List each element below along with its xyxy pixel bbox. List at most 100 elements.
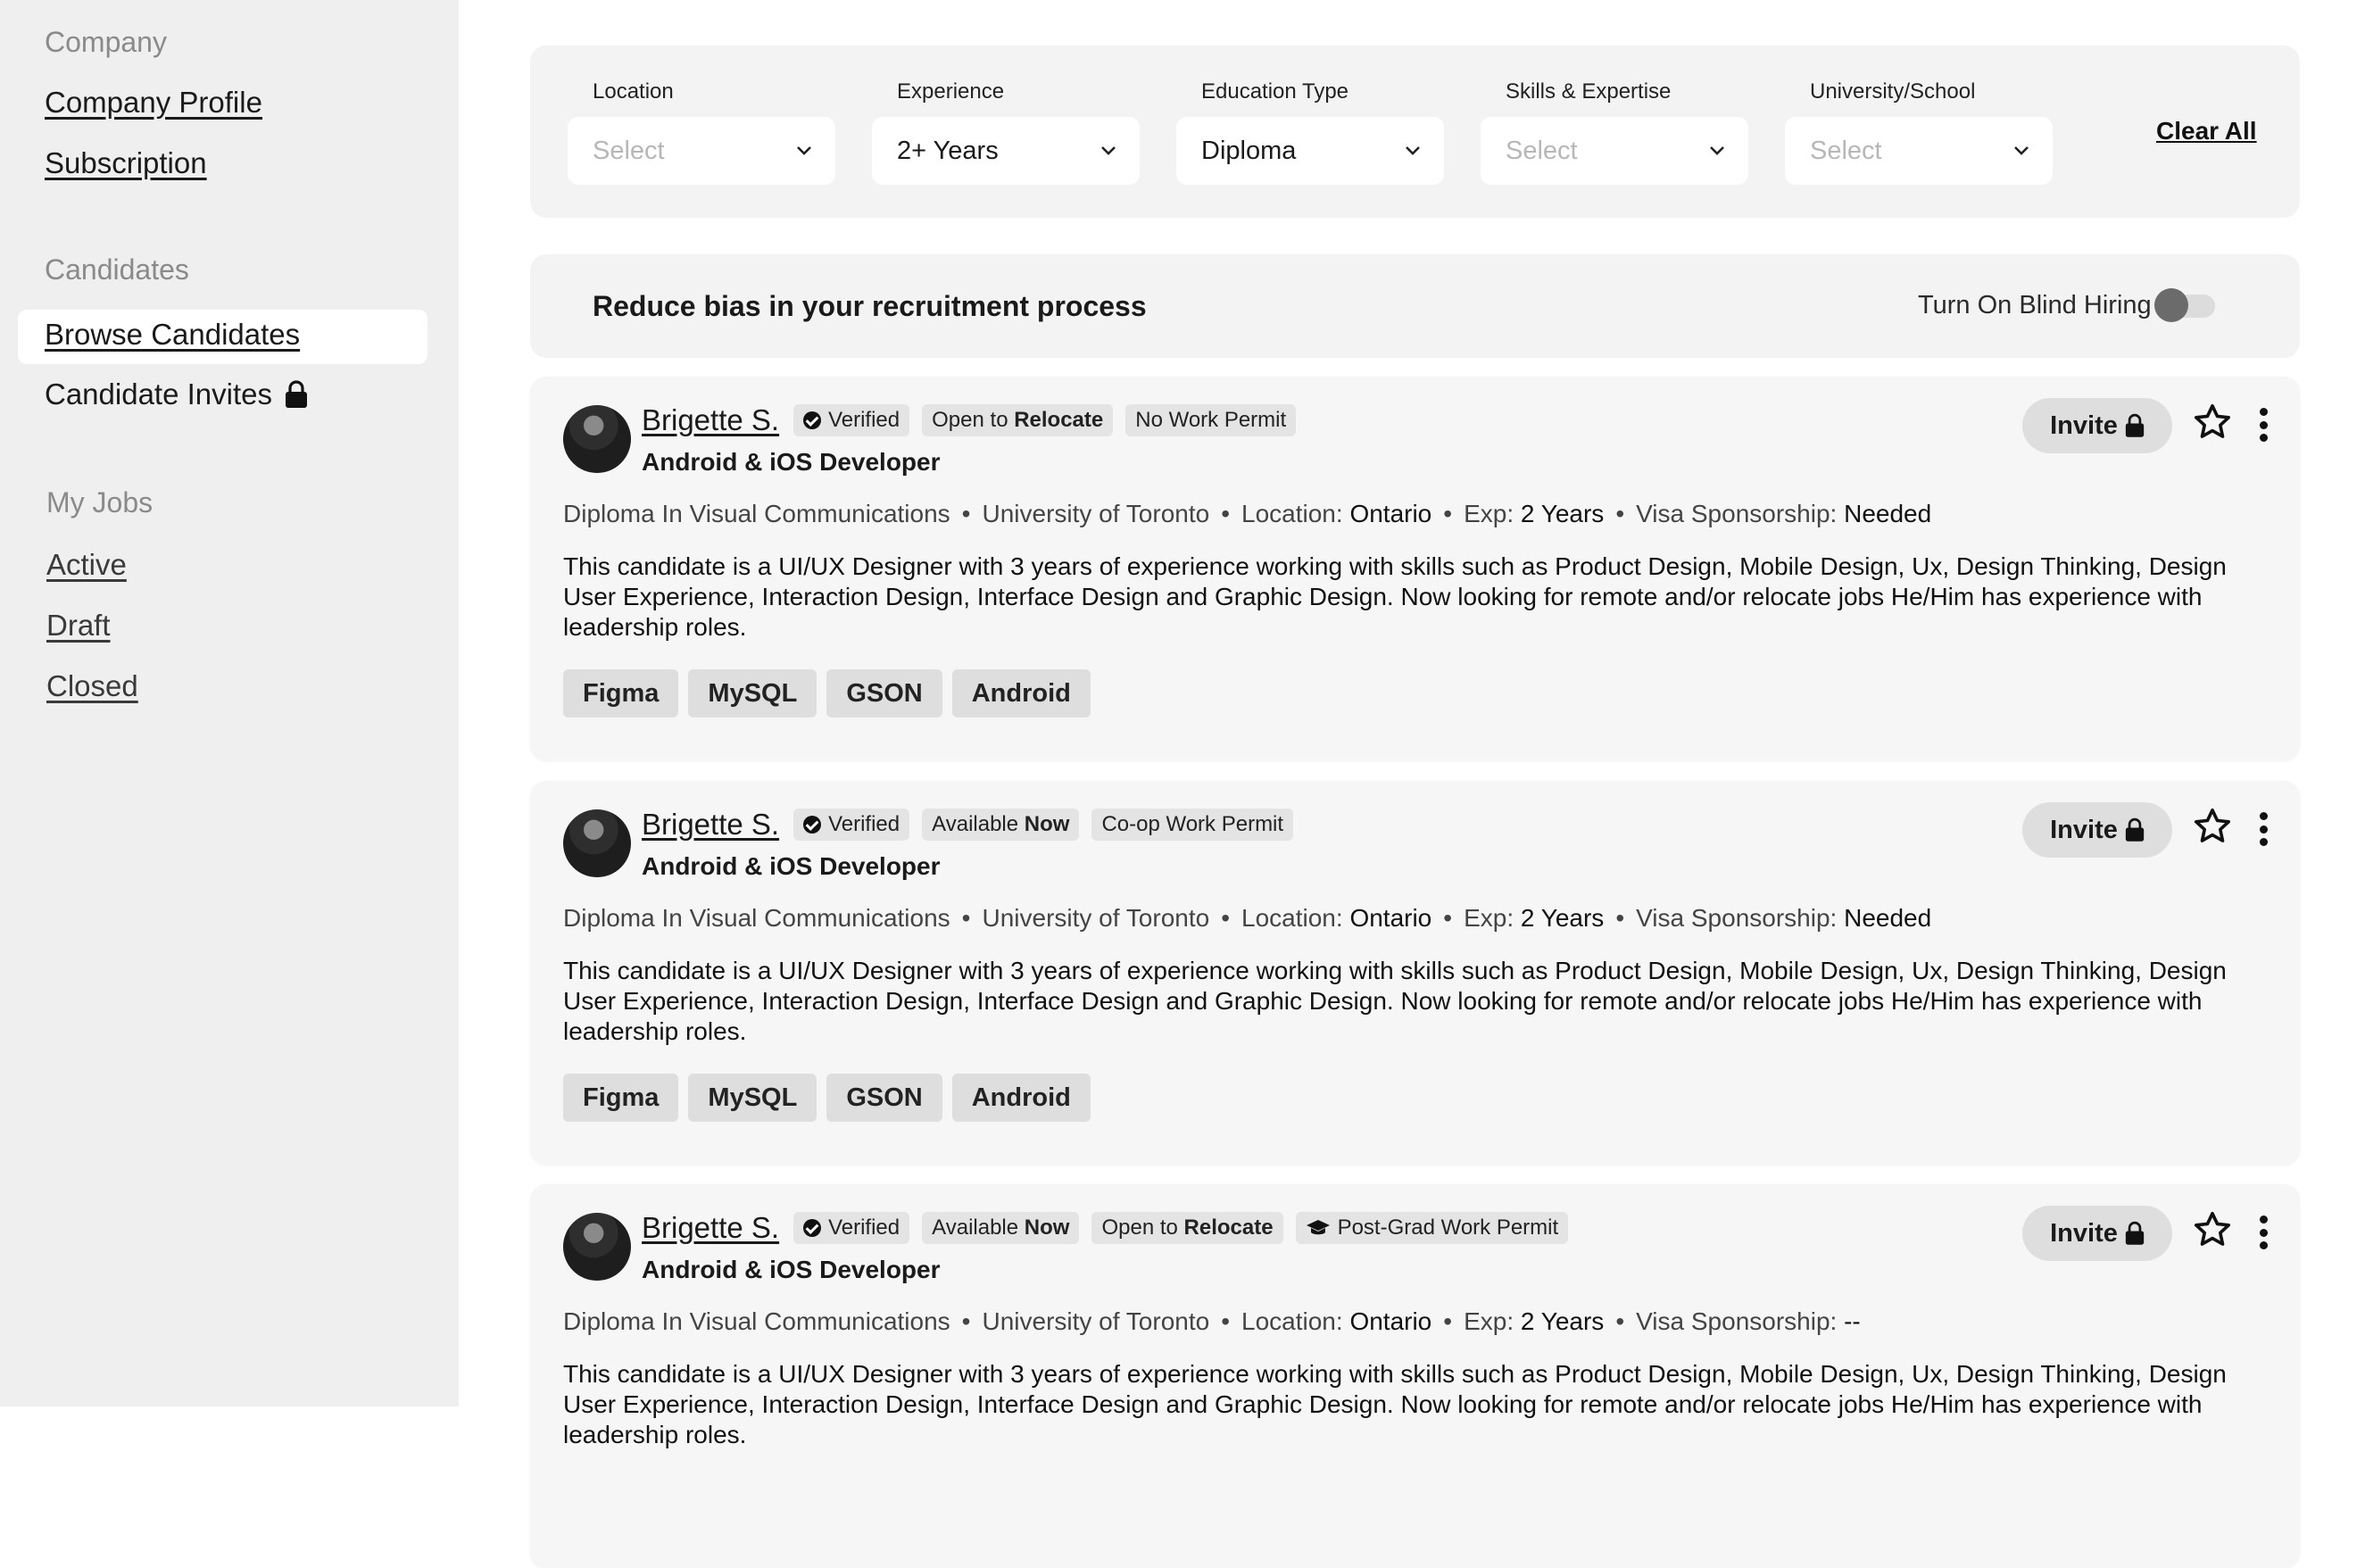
education-type-select[interactable]: Diploma — [1176, 117, 1444, 185]
candidate-meta: Diploma In Visual Communications • Univer… — [563, 904, 1932, 932]
sidebar-item-subscription[interactable]: Subscription — [45, 146, 207, 180]
badge-label: Co-op Work Permit — [1101, 812, 1284, 836]
meta-exp-label: Exp: — [1464, 500, 1514, 527]
badge-label: Post-Grad Work Permit — [1337, 1215, 1559, 1240]
meta-education: Diploma In Visual Communications — [563, 1307, 950, 1335]
meta-location-label: Location: — [1241, 500, 1343, 527]
clear-all-link[interactable]: Clear All — [2156, 117, 2257, 145]
invite-button[interactable]: Invite — [2022, 398, 2172, 453]
avatar[interactable] — [563, 809, 631, 877]
lock-icon — [2125, 1221, 2145, 1245]
avatar[interactable] — [563, 1213, 631, 1281]
skill-tag: MySQL — [688, 669, 817, 718]
sidebar-item-browse-candidates[interactable]: Browse Candidates — [45, 318, 300, 352]
candidate-role: Android & iOS Developer — [642, 1256, 941, 1283]
meta-exp: 2 Years — [1520, 904, 1605, 932]
filter-university: University/School Select — [1785, 79, 2053, 185]
badge-emphasis: Now — [1024, 1215, 1070, 1240]
availability-badge: Available Now — [922, 809, 1080, 841]
badge-label: Open to — [1101, 1215, 1184, 1240]
meta-exp-label: Exp: — [1464, 1307, 1514, 1335]
toggle-knob — [2154, 288, 2188, 322]
select-value: Select — [1506, 136, 1578, 165]
sidebar-section-company: Company — [45, 26, 167, 58]
star-icon[interactable] — [2192, 806, 2233, 847]
sidebar-item-company-profile[interactable]: Company Profile — [45, 86, 262, 120]
verified-check-icon — [803, 411, 822, 429]
select-value: Diploma — [1201, 136, 1297, 165]
candidate-role: Android & iOS Developer — [642, 852, 941, 880]
badge-label: Available — [932, 812, 1025, 836]
candidate-name[interactable]: Brigette S. — [642, 808, 779, 842]
sidebar-item-closed[interactable]: Closed — [46, 669, 138, 703]
skill-tags: Figma MySQL GSON Android — [563, 1074, 1091, 1122]
verified-badge: Verified — [793, 1212, 910, 1244]
candidate-card: Brigette S. Verified Available Now Co-op… — [530, 781, 2300, 1165]
candidate-role: Android & iOS Developer — [642, 448, 941, 476]
filter-panel: Location Select Experience 2+ Years Educ… — [530, 46, 2300, 218]
skills-select[interactable]: Select — [1481, 117, 1748, 185]
candidate-name[interactable]: Brigette S. — [642, 1211, 779, 1245]
badge-label: Available — [932, 1215, 1025, 1240]
work-permit-badge: Post-Grad Work Permit — [1295, 1212, 1569, 1244]
verified-badge: Verified — [793, 809, 910, 841]
blind-hiring-toggle[interactable] — [2154, 288, 2217, 322]
candidate-description: This candidate is a UI/UX Designer with … — [563, 552, 2227, 641]
select-value: 2+ Years — [897, 136, 999, 165]
lock-icon — [2125, 817, 2145, 842]
banner-title: Reduce bias in your recruitment process — [593, 290, 1147, 322]
more-vertical-icon[interactable] — [2253, 1213, 2274, 1252]
lock-icon — [286, 380, 307, 408]
meta-university: University of Toronto — [982, 500, 1210, 527]
chevron-down-icon — [1406, 146, 1420, 155]
filter-label: Location — [593, 79, 674, 104]
meta-university: University of Toronto — [982, 904, 1210, 932]
meta-location-label: Location: — [1241, 1307, 1343, 1335]
candidate-header: Brigette S. Verified Available Now Co-op… — [642, 808, 1294, 842]
filter-education-type: Education Type Diploma — [1176, 79, 1444, 185]
sidebar-section-candidates: Candidates — [45, 253, 189, 286]
sidebar-item-active[interactable]: Active — [46, 548, 127, 582]
invite-button[interactable]: Invite — [2022, 1206, 2172, 1261]
star-icon[interactable] — [2192, 1209, 2233, 1250]
meta-visa: Needed — [1844, 904, 1932, 932]
location-select[interactable]: Select — [568, 117, 835, 185]
relocation-badge: Open to Relocate — [1091, 1212, 1283, 1244]
blind-hiring-banner: Reduce bias in your recruitment process … — [530, 254, 2300, 358]
work-permit-badge: No Work Permit — [1125, 404, 1297, 436]
badge-label: No Work Permit — [1135, 408, 1287, 432]
candidate-card: Brigette S. Verified Open to Relocate No… — [530, 377, 2300, 760]
filter-label: Skills & Expertise — [1506, 79, 1672, 104]
badge-emphasis: Relocate — [1014, 408, 1104, 432]
more-vertical-icon[interactable] — [2253, 405, 2274, 444]
sidebar-section-my-jobs: My Jobs — [46, 486, 154, 519]
avatar[interactable] — [563, 405, 631, 473]
filter-location: Location Select — [568, 79, 835, 185]
sidebar: Company Company Profile Subscription Can… — [0, 0, 459, 1406]
experience-select[interactable]: 2+ Years — [872, 117, 1140, 185]
meta-location: Ontario — [1349, 500, 1432, 527]
sidebar-item-candidate-invites[interactable]: Candidate Invites — [45, 377, 308, 411]
sidebar-item-draft[interactable]: Draft — [46, 609, 111, 643]
invite-label: Invite — [2050, 815, 2118, 844]
university-select[interactable]: Select — [1785, 117, 2053, 185]
skill-tag: Figma — [563, 669, 679, 718]
skill-tag: Android — [951, 1074, 1091, 1122]
badge-label: Verified — [828, 408, 900, 432]
meta-visa: Needed — [1844, 500, 1932, 527]
skill-tag: Figma — [563, 1074, 679, 1122]
candidate-header: Brigette S. Verified Open to Relocate No… — [642, 403, 1297, 437]
meta-visa-label: Visa Sponsorship: — [1636, 1307, 1838, 1335]
candidate-header: Brigette S. Verified Available Now Open … — [642, 1211, 1569, 1245]
candidate-name[interactable]: Brigette S. — [642, 403, 779, 437]
skill-tags: Figma MySQL GSON Android — [563, 669, 1091, 718]
select-value: Select — [593, 136, 665, 165]
select-value: Select — [1810, 136, 1882, 165]
candidate-meta: Diploma In Visual Communications • Univer… — [563, 1307, 1861, 1335]
invite-button[interactable]: Invite — [2022, 802, 2172, 858]
filter-skills: Skills & Expertise Select — [1481, 79, 1748, 185]
candidate-description: This candidate is a UI/UX Designer with … — [563, 1360, 2227, 1448]
star-icon[interactable] — [2192, 402, 2233, 443]
more-vertical-icon[interactable] — [2253, 809, 2274, 849]
meta-exp-label: Exp: — [1464, 904, 1514, 932]
